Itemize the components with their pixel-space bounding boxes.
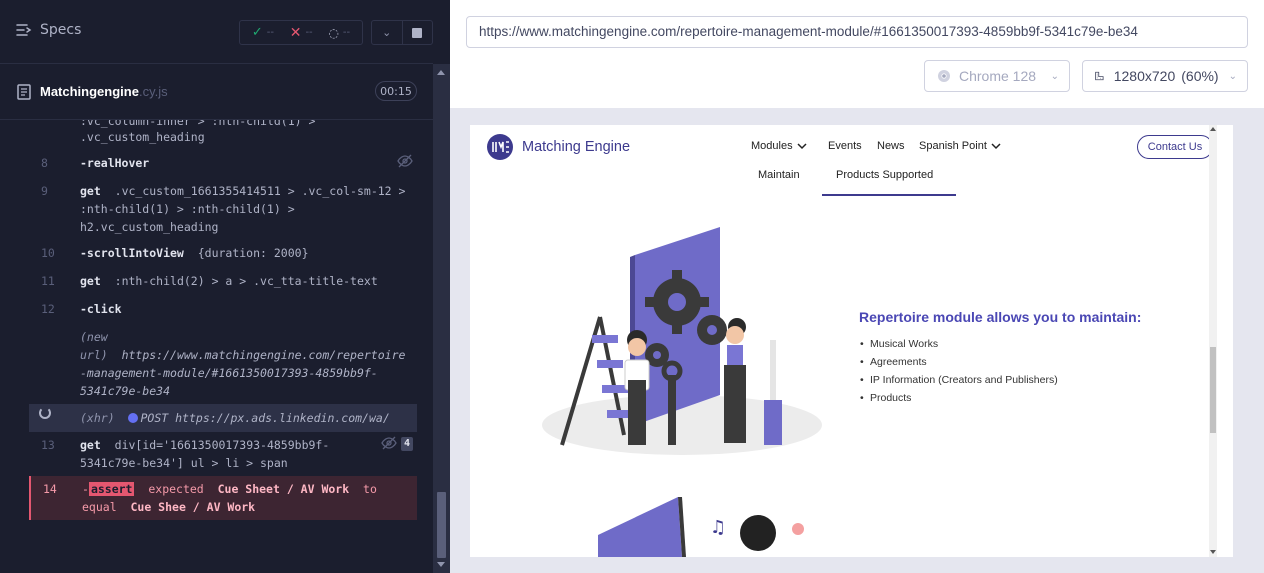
app-preview-panel: https://www.matchingengine.com/repertoir…	[450, 0, 1264, 573]
scrollbar-thumb[interactable]	[437, 492, 446, 558]
command-name: get	[80, 438, 101, 452]
xhr-row[interactable]: (xhr) POST https://px.ads.linkedin.com/w…	[29, 404, 417, 432]
collapse-button[interactable]: ⌄	[372, 21, 402, 44]
pending-icon: ◌	[328, 25, 339, 40]
nav-events[interactable]: Events	[828, 140, 862, 152]
viewport-size: 1280x720	[1113, 68, 1176, 84]
specs-button[interactable]: Specs	[16, 22, 81, 38]
test-stats: ✓ -- ✕ -- ◌ --	[239, 20, 363, 45]
nav-news[interactable]: News	[877, 140, 905, 152]
xhr-dot-icon	[128, 413, 139, 423]
viewport-zoom: (60%)	[1181, 68, 1219, 84]
passed-stat: ✓ --	[251, 25, 274, 40]
check-icon: ✓	[251, 25, 263, 40]
contact-us-button[interactable]: Contact Us	[1137, 135, 1213, 159]
chevron-down-icon: ⌄	[1228, 70, 1237, 82]
command-log-panel: Specs ✓ -- ✕ -- ◌ -- ⌄ Matchingengine.cy.js…	[0, 0, 450, 573]
chevron-down-icon: ⌄	[382, 26, 392, 39]
brand-name: Matching Engine	[522, 139, 631, 155]
pending-stat: ◌ --	[328, 25, 351, 40]
specs-list-icon	[16, 24, 32, 36]
chevron-down-icon	[797, 143, 807, 150]
eye-slash-icon	[397, 154, 413, 173]
url-bar[interactable]: https://www.matchingengine.com/repertoir…	[466, 16, 1248, 48]
chevron-down-icon	[991, 143, 1001, 150]
scroll-up-arrow-icon[interactable]	[437, 70, 445, 75]
scroll-down-arrow-icon[interactable]	[1210, 550, 1216, 554]
assert-tag: assert	[88, 482, 135, 496]
list-item: Musical Works	[860, 335, 1058, 353]
music-illustration-partial: ♫	[598, 497, 804, 557]
browser-name: Chrome 128	[959, 68, 1037, 84]
workers-gears-illustration	[542, 227, 822, 455]
eye-slash-icon	[381, 436, 397, 455]
command-list: :vc_column-inner > :nth-child(1) > .vc_c…	[29, 120, 417, 521]
failed-assert-row[interactable]: 14 - assert expected Cue Sheet / AV Work …	[29, 476, 417, 520]
list-item: Agreements	[860, 353, 1058, 371]
spec-file-header: Matchingengine.cy.js 00:15	[0, 64, 433, 120]
site-logo[interactable]: Matching Engine	[486, 133, 630, 161]
specs-title: Specs	[40, 22, 82, 38]
chevron-down-icon: ⌄	[1050, 70, 1059, 82]
command-name: get	[80, 184, 101, 198]
scroll-down-arrow-icon[interactable]	[437, 562, 445, 567]
scroll-up-arrow-icon[interactable]	[1210, 127, 1216, 131]
aut-scrollbar-thumb[interactable]	[1210, 347, 1216, 433]
command-arg: .vc_custom_heading	[80, 130, 205, 144]
viewport-selector[interactable]: 1280x720 (60%) ⌄	[1082, 60, 1248, 92]
browser-selector[interactable]: Chrome 128 ⌄	[924, 60, 1070, 92]
aut-scrollbar[interactable]	[1209, 125, 1217, 557]
run-controls: ⌄	[371, 20, 433, 45]
tab-products-supported[interactable]: Products Supported	[836, 169, 933, 181]
spec-file-name[interactable]: Matchingengine.cy.js	[40, 84, 168, 99]
document-icon	[17, 84, 31, 100]
matching-engine-logo-icon	[487, 134, 513, 160]
specs-header: Specs ✓ -- ✕ -- ◌ -- ⌄	[0, 0, 433, 64]
run-timer: 00:15	[375, 81, 417, 101]
loading-spinner-icon	[39, 407, 51, 419]
active-tab-indicator	[822, 194, 956, 196]
element-count-badge: 4	[400, 437, 413, 451]
ruler-icon	[1095, 71, 1104, 81]
nav-spanish-point[interactable]: Spanish Point	[919, 140, 1001, 152]
list-item: IP Information (Creators and Publishers)	[860, 371, 1058, 389]
svg-text:♫: ♫	[710, 517, 726, 538]
failed-stat: ✕ --	[289, 24, 313, 41]
app-under-test: Matching Engine Modules Events News Span…	[470, 125, 1233, 557]
repertoire-heading: Repertoire module allows you to maintain…	[859, 309, 1142, 325]
capabilities-list: Musical Works Agreements IP Information …	[860, 335, 1058, 407]
chrome-icon	[938, 70, 950, 82]
stop-button[interactable]	[401, 21, 433, 44]
command-name: -scrollIntoView	[80, 246, 184, 260]
list-item: Products	[860, 389, 1058, 407]
command-name: -realHover	[80, 156, 150, 170]
x-icon: ✕	[289, 24, 302, 41]
command-log-scrollbar[interactable]	[433, 64, 450, 573]
nav-modules[interactable]: Modules	[751, 140, 807, 152]
stop-icon	[412, 27, 423, 38]
tab-maintain[interactable]: Maintain	[758, 169, 800, 181]
command-name: get	[80, 274, 101, 288]
command-name: -click	[80, 302, 122, 316]
